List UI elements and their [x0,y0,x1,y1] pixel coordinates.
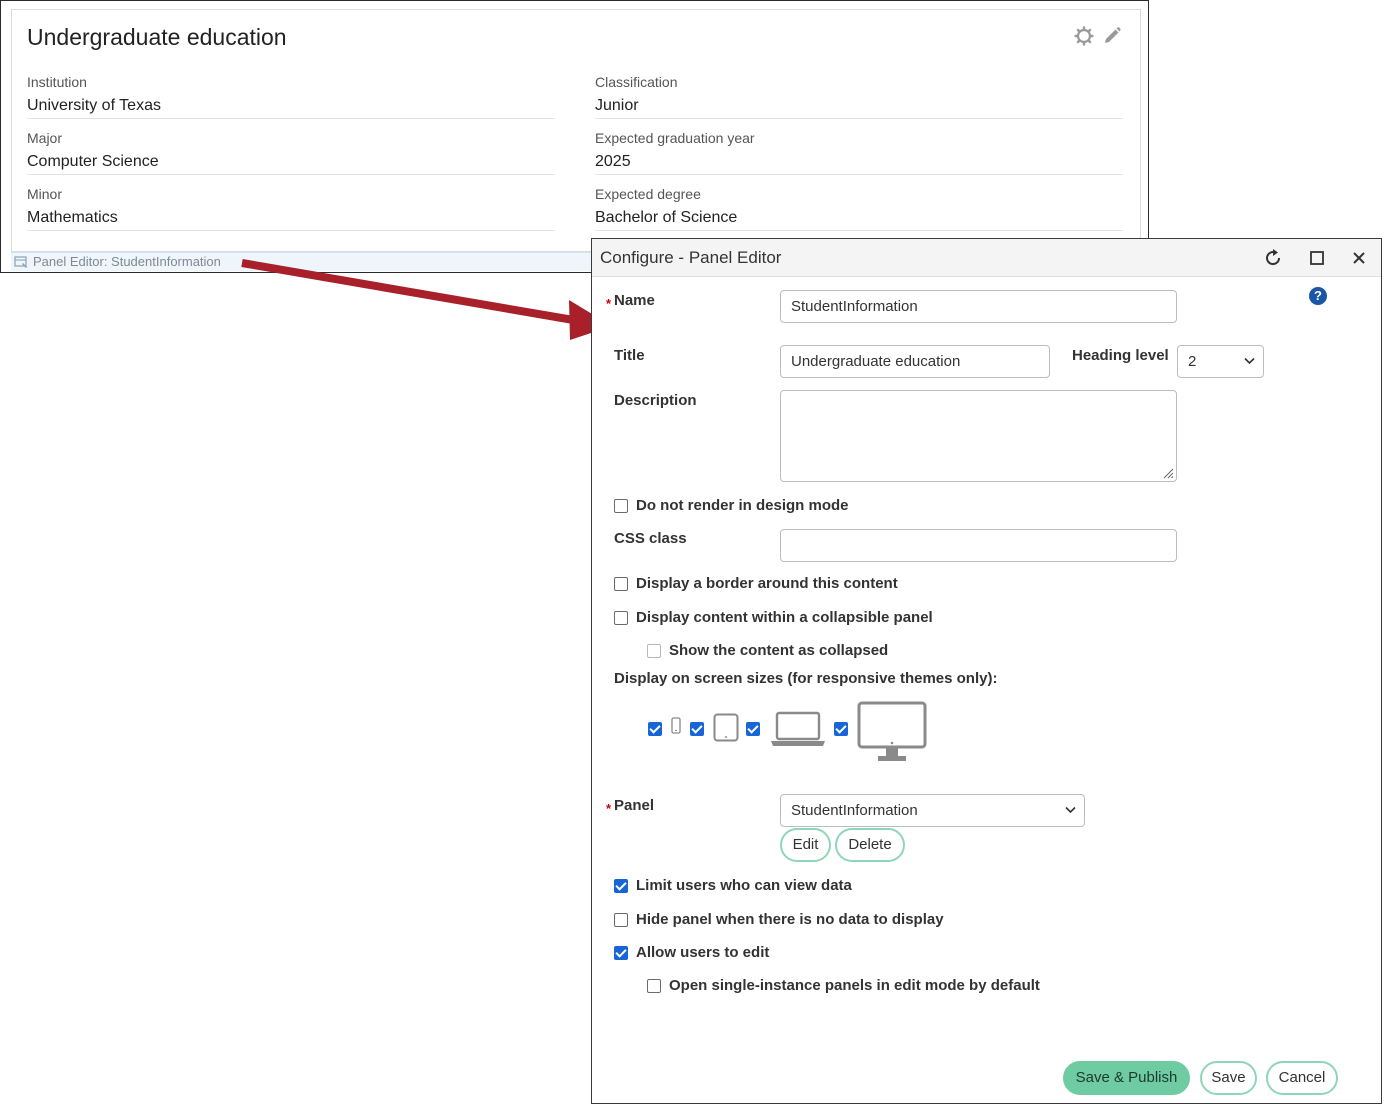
dialog-title: Configure - Panel Editor [600,248,782,267]
laptop-icon [771,711,825,746]
laptop-size-checkbox[interactable] [746,722,760,736]
limit-users-checkbox[interactable] [614,878,628,893]
description-label: Description [614,392,697,409]
border-option[interactable]: Display a border around this content [614,575,898,592]
collapsed-checkbox[interactable] [647,643,661,658]
border-checkbox[interactable] [614,576,628,591]
name-input[interactable] [780,290,1177,323]
title-label: Title [614,347,645,364]
css-class-label: CSS class [614,530,687,547]
desktop-icon [857,701,927,761]
delete-panel-button[interactable]: Delete [835,828,905,862]
panel-title: Undergraduate education [27,24,287,50]
heading-level-select[interactable]: 2 [1177,345,1264,378]
gear-icon[interactable] [1074,26,1094,46]
collapsed-option[interactable]: Show the content as collapsed [647,642,888,659]
heading-level-value: 2 [1188,353,1197,370]
save-button[interactable]: Save [1200,1061,1257,1095]
hide-panel-checkbox[interactable] [614,912,628,927]
field-minor: Minor Mathematics [27,179,555,231]
required-marker: * [606,801,612,816]
maximize-icon [1310,251,1324,265]
chevron-down-icon [1244,357,1255,365]
description-input[interactable] [780,390,1177,482]
single-instance-option[interactable]: Open single-instance panels in edit mode… [647,977,1040,994]
resize-handle-icon[interactable] [1162,467,1174,479]
field-major: Major Computer Science [27,123,555,175]
edit-panel-button[interactable]: Edit [780,828,831,862]
hide-panel-option[interactable]: Hide panel when there is no data to disp… [614,911,944,928]
phone-icon [671,717,681,734]
tablet-icon [713,713,739,742]
background-panel: Undergraduate education Institution Univ… [0,0,1149,273]
screen-sizes-label: Display on screen sizes (for responsive … [614,670,998,687]
title-input[interactable] [780,345,1050,378]
panel-editor-icon [14,256,27,268]
field-classification: Classification Junior [595,67,1123,119]
field-graduation-year: Expected graduation year 2025 [595,123,1123,175]
do-not-render-checkbox[interactable] [614,498,628,513]
collapsible-checkbox[interactable] [614,610,628,625]
close-icon [1353,252,1365,264]
name-label: Name [614,292,655,309]
allow-edit-checkbox[interactable] [614,945,628,960]
field-institution: Institution University of Texas [27,67,555,119]
save-publish-button[interactable]: Save & Publish [1063,1061,1190,1095]
desktop-size-checkbox[interactable] [834,722,848,736]
required-marker: * [606,296,612,311]
panel-label: Panel [614,797,655,814]
panel-select[interactable]: StudentInformation [780,794,1085,827]
panel-tools [1074,26,1122,46]
close-button[interactable] [1348,247,1370,269]
single-instance-checkbox[interactable] [647,978,661,993]
panel-editor-label: Panel Editor: StudentInformation [33,254,221,269]
phone-size-checkbox[interactable] [648,722,662,736]
panel-content: Undergraduate education Institution Univ… [11,9,1141,252]
tablet-size-checkbox[interactable] [690,722,704,736]
refresh-button[interactable] [1262,247,1284,269]
configure-dialog: Configure - Panel Editor ? * Name Title … [591,238,1382,1104]
do-not-render-option[interactable]: Do not render in design mode [614,497,849,514]
help-icon[interactable]: ? [1309,287,1327,305]
heading-level-label: Heading level [1072,347,1169,364]
panel-select-value: StudentInformation [791,802,918,819]
pencil-icon[interactable] [1102,26,1122,46]
cancel-button[interactable]: Cancel [1266,1061,1338,1095]
field-expected-degree: Expected degree Bachelor of Science [595,179,1123,231]
limit-users-option[interactable]: Limit users who can view data [614,877,852,894]
allow-edit-option[interactable]: Allow users to edit [614,944,769,961]
css-class-input[interactable] [780,529,1177,562]
dialog-header: Configure - Panel Editor [592,239,1381,277]
collapsible-option[interactable]: Display content within a collapsible pan… [614,609,933,626]
maximize-button[interactable] [1306,247,1328,269]
chevron-down-icon [1065,806,1076,814]
refresh-icon [1266,249,1281,266]
